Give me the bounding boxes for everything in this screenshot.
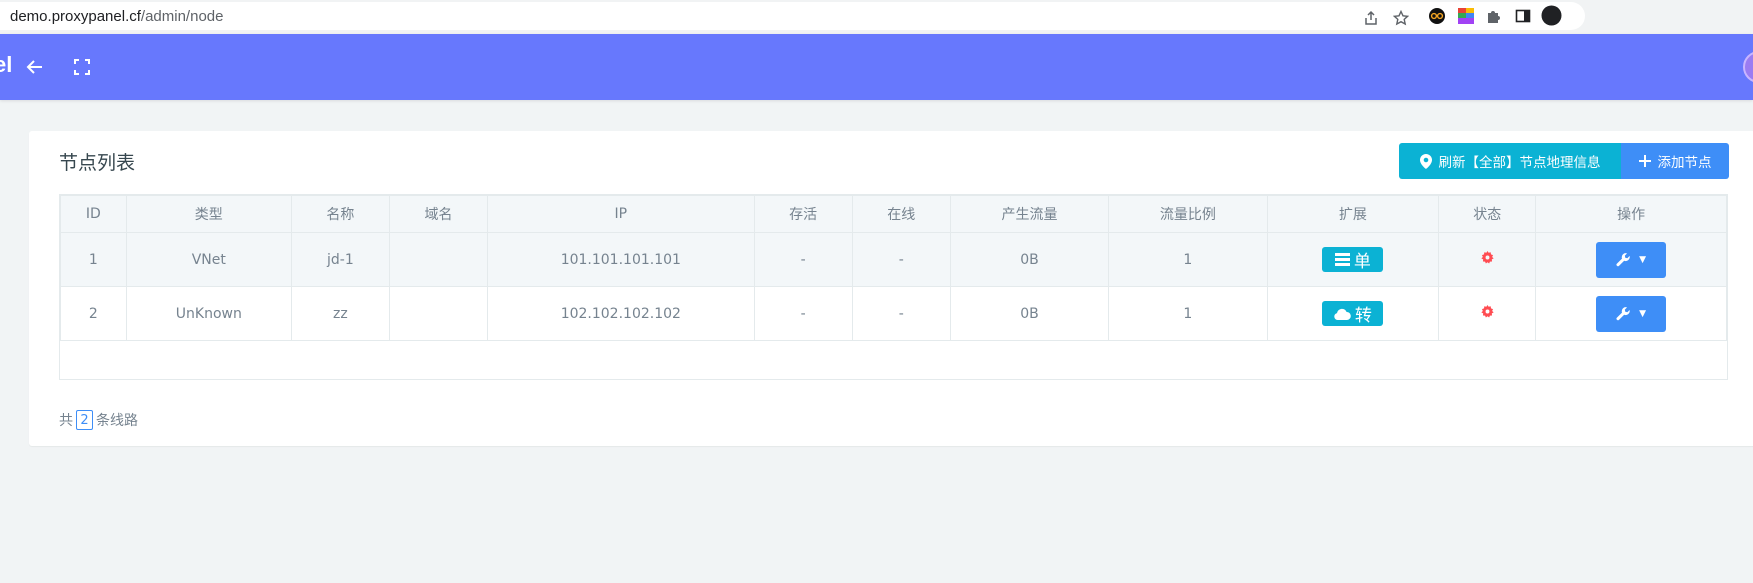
back-arrow-icon[interactable]	[22, 54, 48, 80]
cell-traffic: 0B	[949, 286, 1110, 341]
address-bar[interactable]: demo.proxypanel.cf/admin/node	[0, 2, 1585, 30]
cell-domain	[388, 232, 489, 287]
extension-tag: 单	[1322, 247, 1384, 272]
row-actions-dropdown-button[interactable]: ▼	[1596, 295, 1667, 332]
browser-toolbar: demo.proxypanel.cf/admin/node	[0, 0, 1753, 34]
row-actions-dropdown-button[interactable]: ▼	[1596, 241, 1667, 278]
extensions-puzzle-icon[interactable]	[1485, 7, 1503, 25]
node-table: ID 类型 名称 域名 IP 存活 在线 产生流量 流量比例 扩展 状态 操作 …	[60, 195, 1727, 341]
cell-ip: 101.101.101.101	[487, 232, 755, 287]
url-host: demo.proxypanel.cf	[10, 8, 141, 25]
gear-icon	[1481, 305, 1494, 318]
column-header: 扩展	[1266, 195, 1440, 233]
table-row: 1 VNet jd-1 101.101.101.101 - - 0B 1 单 ▼	[60, 232, 1727, 287]
user-avatar[interactable]	[1743, 51, 1753, 83]
column-header[interactable]: 产生流量	[949, 195, 1110, 233]
column-header[interactable]: 域名	[388, 195, 489, 233]
extension-glasses-icon[interactable]	[1428, 7, 1446, 25]
column-header[interactable]: 名称	[290, 195, 390, 233]
url-path: /admin/node	[140, 8, 224, 25]
cell-status	[1438, 232, 1537, 287]
column-header: 状态	[1438, 195, 1537, 233]
top-navbar: el	[0, 34, 1753, 100]
refresh-geo-button[interactable]: 刷新【全部】节点地理信息	[1399, 143, 1621, 179]
extension-label: 单	[1353, 252, 1371, 272]
panel-actions: 刷新【全部】节点地理信息 添加节点	[1399, 143, 1729, 179]
wrench-icon	[1616, 307, 1630, 321]
cell-online: -	[851, 286, 951, 341]
column-header[interactable]: 存活	[753, 195, 853, 233]
share-icon[interactable]	[1362, 9, 1380, 27]
cell-online: -	[851, 232, 951, 287]
fullscreen-icon[interactable]	[69, 54, 95, 80]
cell-alive: -	[753, 286, 853, 341]
cloud-icon	[1334, 308, 1351, 320]
wrench-icon	[1616, 253, 1630, 267]
url-text[interactable]: demo.proxypanel.cf/admin/node	[10, 8, 223, 25]
cell-status	[1438, 286, 1537, 341]
column-header[interactable]: ID	[60, 195, 127, 233]
cell-alive: -	[753, 232, 853, 287]
column-header[interactable]: IP	[487, 195, 755, 233]
map-marker-icon	[1419, 153, 1432, 169]
cell-domain	[388, 286, 489, 341]
profile-avatar-icon[interactable]	[1541, 5, 1562, 26]
cell-extension: 单	[1266, 232, 1440, 287]
cell-type: UnKnown	[125, 286, 292, 341]
table-summary: 共 2 条线路	[59, 410, 138, 430]
cell-extension: 转	[1266, 286, 1440, 341]
table-row: 2 UnKnown zz 102.102.102.102 - - 0B 1 转	[60, 286, 1727, 341]
cell-type: VNet	[125, 232, 292, 287]
refresh-geo-label: 刷新【全部】节点地理信息	[1438, 155, 1601, 171]
side-panel-icon[interactable]	[1514, 7, 1532, 25]
cell-ip: 102.102.102.102	[487, 286, 755, 341]
chevron-down-icon: ▼	[1639, 254, 1647, 265]
bookmark-star-icon[interactable]	[1392, 9, 1410, 27]
cell-ratio: 1	[1108, 232, 1268, 287]
chevron-down-icon: ▼	[1639, 308, 1647, 319]
add-node-button[interactable]: 添加节点	[1621, 143, 1729, 179]
column-header[interactable]: 在线	[851, 195, 951, 233]
extension-label: 转	[1354, 306, 1372, 326]
extension-tag: 转	[1322, 301, 1384, 326]
cell-actions: ▼	[1535, 286, 1727, 341]
summary-suffix: 条线路	[96, 413, 138, 429]
cell-ratio: 1	[1108, 286, 1268, 341]
cell-actions: ▼	[1535, 232, 1727, 287]
cell-id: 2	[60, 286, 127, 341]
summary-prefix: 共	[59, 413, 73, 429]
column-header: 操作	[1535, 195, 1727, 233]
plus-icon	[1638, 155, 1651, 167]
table-header-row: ID 类型 名称 域名 IP 存活 在线 产生流量 流量比例 扩展 状态 操作	[60, 195, 1727, 233]
extension-color-icon[interactable]	[1457, 7, 1475, 25]
panel-title: 节点列表	[59, 152, 136, 174]
node-list-panel: 节点列表 刷新【全部】节点地理信息 添加节点 ID 类型 名称 域名 IP 存活	[29, 131, 1753, 446]
cell-traffic: 0B	[949, 232, 1110, 287]
cell-id: 1	[60, 232, 127, 287]
node-table-container: ID 类型 名称 域名 IP 存活 在线 产生流量 流量比例 扩展 状态 操作 …	[59, 194, 1728, 380]
gear-icon	[1481, 251, 1494, 264]
bars-icon	[1334, 253, 1350, 266]
add-node-label: 添加节点	[1657, 155, 1712, 171]
cell-name: jd-1	[290, 232, 390, 287]
brand-logo-text[interactable]: el	[0, 52, 12, 78]
record-count-badge: 2	[76, 410, 93, 430]
column-header[interactable]: 类型	[125, 195, 292, 233]
column-header[interactable]: 流量比例	[1108, 195, 1268, 233]
cell-name: zz	[290, 286, 390, 341]
